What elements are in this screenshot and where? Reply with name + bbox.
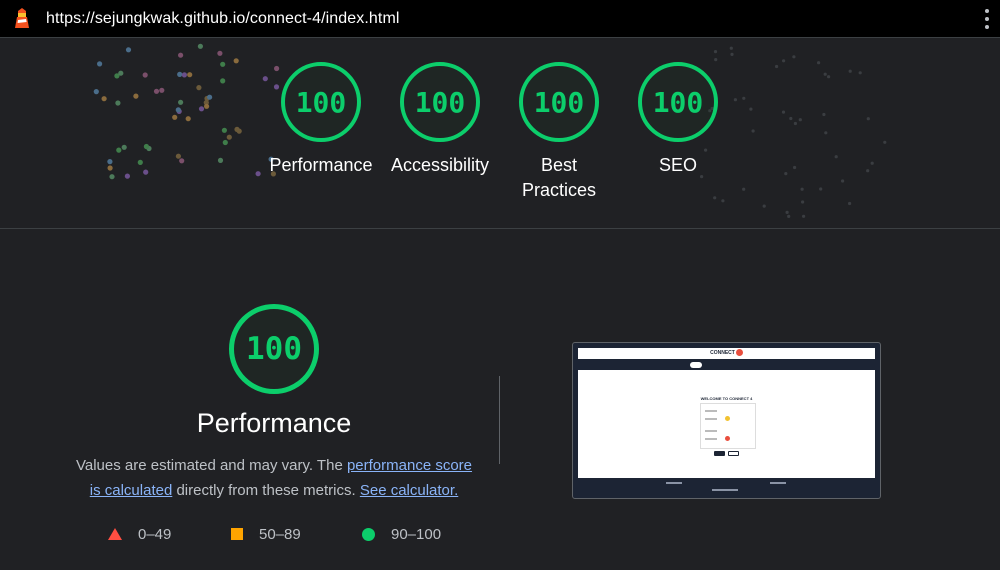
thumbnail-row [705,430,717,432]
thumbnail-row [705,410,717,412]
score-value: 100 [295,85,347,119]
gauge-label-seo[interactable]: SEO [608,153,748,178]
section-divider [0,228,1000,229]
thumbnail-welcome: WELCOME TO CONNECT 4 [700,396,753,401]
performance-description: Values are estimated and may vary. The p… [70,453,478,503]
brand-badge [735,349,743,357]
legend-range: 50–89 [259,525,301,543]
best-practices-gauge[interactable]: 100 [519,62,599,142]
thumbnail-nav-item [690,361,702,368]
triangle-icon [108,528,122,540]
legend-average: 50–89 [231,524,301,544]
thumbnail-nav-item [720,363,722,367]
address-bar: https://sejungkwak.github.io/connect-4/i… [0,0,1000,38]
score-value: 100 [533,85,585,119]
legend-pass: 90–100 [362,524,441,544]
score-value: 100 [246,331,302,367]
circle-icon [362,527,375,541]
thumbnail-button [728,451,739,456]
accessibility-gauge[interactable]: 100 [400,62,480,142]
yellow-chip [725,416,730,421]
performance-gauge[interactable]: 100 [281,62,361,142]
kebab-menu-icon[interactable] [984,9,990,29]
legend-range: 0–49 [138,525,172,543]
thumbnail-nav [578,359,875,370]
thumbnail-card [700,403,756,449]
thumbnail-row [705,438,717,440]
performance-title: Performance [196,408,352,438]
thumbnail-footer [578,478,875,495]
thumbnail-page: CONNECT WELCOME TO CONNECT 4 [578,348,875,495]
description-text: directly from these metrics. [172,482,360,499]
description-text: Values are estimated and may vary. The [75,457,347,474]
score-value: 100 [414,85,466,119]
thumbnail-header: CONNECT [578,348,875,359]
vertical-divider [499,376,500,464]
see-calculator-link[interactable]: See calculator. [360,482,458,499]
legend-range: 90–100 [391,525,442,543]
final-screenshot-thumbnail[interactable]: CONNECT WELCOME TO CONNECT 4 [572,342,881,499]
thumbnail-nav-item [759,363,762,367]
lighthouse-icon [15,8,29,28]
thumbnail-button [714,451,725,456]
performance-main-gauge: 100 [229,304,319,394]
thumbnail-nav-item [740,363,742,367]
gauge-label-accessibility[interactable]: Accessibility [370,153,510,178]
thumbnail-brand: CONNECT [710,350,735,356]
square-icon [231,528,243,540]
score-value: 100 [652,85,704,119]
legend-fail: 0–49 [108,524,171,544]
thumbnail-row [705,418,717,420]
thumbnail-main: WELCOME TO CONNECT 4 [578,370,875,478]
seo-gauge[interactable]: 100 [638,62,718,142]
url-text[interactable]: https://sejungkwak.github.io/connect-4/i… [46,10,400,28]
red-chip [725,436,730,441]
confetti-decoration [93,43,887,218]
gauge-label-best-practices[interactable]: Best Practices [509,153,609,203]
